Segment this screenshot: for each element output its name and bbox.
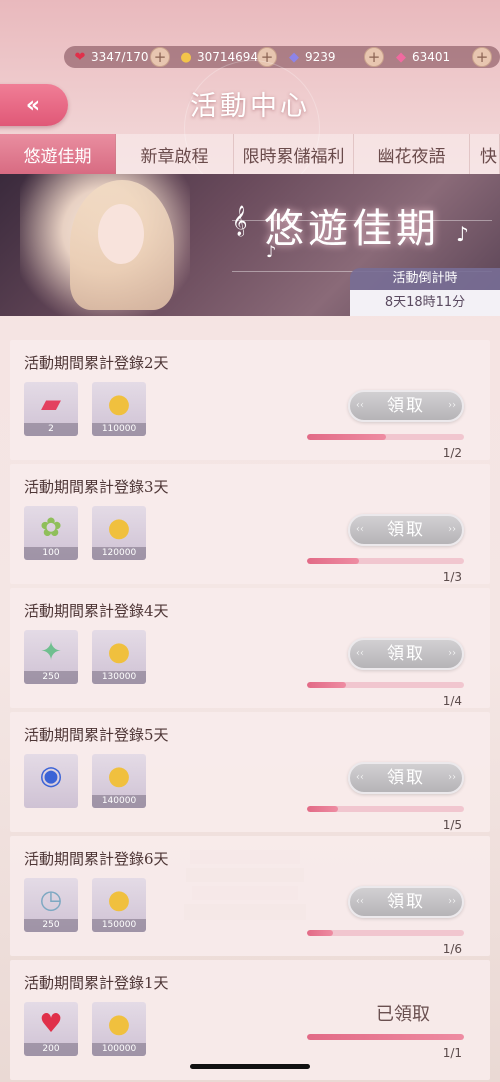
bouquet-icon: ✿ <box>40 513 62 543</box>
claim-button[interactable]: ‹‹ 領取 ›› <box>348 514 464 546</box>
claim-button[interactable]: ‹‹ 領取 ›› <box>348 886 464 918</box>
task-title: 活動期間累計登錄3天 <box>24 478 169 496</box>
reward-quantity: 100 <box>24 547 78 560</box>
progress-text: 1/6 <box>442 942 462 956</box>
progress-bar <box>307 682 464 688</box>
countdown-value: 8天18時11分 <box>350 290 500 316</box>
event-countdown: 活動倒計時 8天18時11分 <box>350 268 500 316</box>
task-card: 活動期間累計登錄3天 ✿ 100 ● 120000 ‹‹ 領取 ›› 1/3 <box>10 464 490 584</box>
claim-label: 領取 <box>387 892 425 912</box>
reward-emblem[interactable]: ◉ <box>24 754 78 808</box>
music-note-icon: ♪ <box>456 222 469 246</box>
progress-text: 1/2 <box>442 446 462 460</box>
reward-quantity: 100000 <box>92 1043 146 1056</box>
countdown-label: 活動倒計時 <box>350 268 500 290</box>
reward-clock[interactable]: ◷ 250 <box>24 878 78 932</box>
progress-text: 1/4 <box>442 694 462 708</box>
claim-label: 領取 <box>387 768 425 788</box>
pink-diamond-value: 63401 <box>412 50 451 64</box>
tab-night-flower[interactable]: 幽花夜語 <box>354 134 470 174</box>
wand-icon: ✦ <box>40 637 62 667</box>
tab-limited-recharge[interactable]: 限時累儲福利 <box>234 134 354 174</box>
reward-quantity: 200 <box>24 1043 78 1056</box>
tab-new-chapter[interactable]: 新章啟程 <box>116 134 234 174</box>
task-card: 活動期間累計登錄2天 ▰ 2 ● 110000 ‹‹ 領取 ›› 1/2 <box>10 340 490 460</box>
character-art <box>20 174 190 316</box>
emblem-icon: ◉ <box>39 761 63 791</box>
gold-coin-icon: ● <box>107 513 131 543</box>
ticket-icon: ▰ <box>41 389 61 419</box>
home-indicator[interactable] <box>190 1064 310 1069</box>
reward-gold[interactable]: ● 130000 <box>92 630 146 684</box>
gold-coin-icon: ● <box>107 761 131 791</box>
diamond-value: 9239 <box>305 50 336 64</box>
heart-icon: ❤ <box>74 49 86 65</box>
add-pink-diamond-button[interactable]: + <box>472 47 492 67</box>
task-title: 活動期間累計登錄6天 <box>24 850 169 868</box>
diamond-display: ◆ 9239 <box>286 46 336 68</box>
reward-quantity: 130000 <box>92 671 146 684</box>
blue-diamond-icon: ◆ <box>289 49 299 65</box>
claim-button[interactable]: ‹‹ 領取 ›› <box>348 390 464 422</box>
claimed-status: 已領取 <box>376 1004 430 1025</box>
reward-quantity: 2 <box>24 423 78 436</box>
progress-text: 1/1 <box>442 1046 462 1060</box>
stamina-display: ❤ 3347/170 <box>72 46 149 68</box>
claim-button[interactable]: ‹‹ 領取 ›› <box>348 762 464 794</box>
gold-coin-icon: ● <box>107 1009 131 1039</box>
add-stamina-button[interactable]: + <box>150 47 170 67</box>
gold-coin-icon: ● <box>107 637 131 667</box>
reward-quantity: 140000 <box>92 795 146 808</box>
tab-youyou[interactable]: 悠遊佳期 <box>0 134 116 174</box>
gold-coin-icon: ● <box>107 885 131 915</box>
reward-gold[interactable]: ● 110000 <box>92 382 146 436</box>
claim-button[interactable]: ‹‹ 領取 ›› <box>348 638 464 670</box>
task-card: 活動期間累計登錄4天 ✦ 250 ● 130000 ‹‹ 領取 ›› 1/4 <box>10 588 490 708</box>
reward-quantity: 120000 <box>92 547 146 560</box>
reward-gold[interactable]: ● 100000 <box>92 1002 146 1056</box>
add-diamond-button[interactable]: + <box>364 47 384 67</box>
stamina-value: 3347/170 <box>91 50 149 64</box>
reward-quantity: 110000 <box>92 423 146 436</box>
progress-bar <box>307 930 464 936</box>
reward-bouquet[interactable]: ✿ 100 <box>24 506 78 560</box>
task-title: 活動期間累計登錄1天 <box>24 974 169 992</box>
cat-coin-icon: ● <box>180 49 192 65</box>
reward-gold[interactable]: ● 120000 <box>92 506 146 560</box>
progress-bar <box>307 1034 464 1040</box>
progress-bar <box>307 806 464 812</box>
task-card: 活動期間累計登錄1天 ♥ 200 ● 100000 已領取 1/1 <box>10 960 490 1080</box>
progress-text: 1/5 <box>442 818 462 832</box>
task-title: 活動期間累計登錄2天 <box>24 354 169 372</box>
gold-coin-icon: ● <box>107 389 131 419</box>
heart-gem-icon: ♥ <box>39 1009 63 1039</box>
progress-text: 1/3 <box>442 570 462 584</box>
clock-icon: ◷ <box>39 885 63 915</box>
reward-quantity: 250 <box>24 919 78 932</box>
progress-bar <box>307 558 464 564</box>
reward-quantity: 150000 <box>92 919 146 932</box>
task-card: 活動期間累計登錄5天 ◉ ● 140000 ‹‹ 領取 ›› 1/5 <box>10 712 490 832</box>
reward-quantity: 250 <box>24 671 78 684</box>
pink-diamond-display: ◆ 63401 <box>393 46 450 68</box>
progress-bar <box>307 434 464 440</box>
tab-bar: 悠遊佳期 新章啟程 限時累儲福利 幽花夜語 快 <box>0 134 500 174</box>
banner-title: 悠遊佳期 <box>264 206 440 252</box>
reward-ticket[interactable]: ▰ 2 <box>24 382 78 436</box>
reward-wand[interactable]: ✦ 250 <box>24 630 78 684</box>
reward-gold[interactable]: ● 140000 <box>92 754 146 808</box>
claim-label: 領取 <box>387 396 425 416</box>
claim-label: 領取 <box>387 644 425 664</box>
page-title: 活動中心 <box>190 91 310 122</box>
task-card: 活動期間累計登錄6天 ◷ 250 ● 150000 ‹‹ 領取 ›› 1/6 <box>10 836 490 956</box>
task-title: 活動期間累計登錄5天 <box>24 726 169 744</box>
tab-more[interactable]: 快 <box>470 134 500 174</box>
pink-diamond-icon: ◆ <box>396 49 406 65</box>
treble-clef-icon: 𝄞 <box>232 206 248 236</box>
task-title: 活動期間累計登錄4天 <box>24 602 169 620</box>
reward-heart-gem[interactable]: ♥ 200 <box>24 1002 78 1056</box>
reward-gold[interactable]: ● 150000 <box>92 878 146 932</box>
reward-quantity <box>24 795 78 808</box>
claim-label: 領取 <box>387 520 425 540</box>
